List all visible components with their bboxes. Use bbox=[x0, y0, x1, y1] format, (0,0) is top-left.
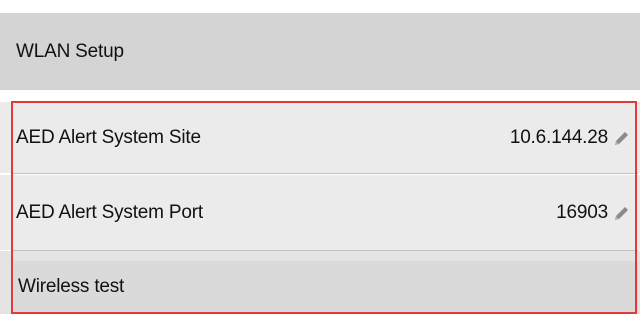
pencil-icon[interactable] bbox=[612, 205, 630, 223]
section-header: WLAN Setup bbox=[0, 13, 640, 90]
wlan-setup-page: WLAN Setup AED Alert System Site 10.6.14… bbox=[0, 0, 640, 323]
wireless-test-button[interactable]: Wireless test bbox=[14, 261, 638, 312]
site-label: AED Alert System Site bbox=[16, 126, 201, 148]
section-title: WLAN Setup bbox=[16, 40, 124, 62]
wireless-test-label: Wireless test bbox=[18, 275, 125, 297]
site-value: 10.6.144.28 bbox=[509, 126, 608, 148]
port-label: AED Alert System Port bbox=[16, 201, 203, 223]
divider bbox=[12, 173, 638, 174]
site-setting-row[interactable]: AED Alert System Site 10.6.144.28 bbox=[0, 102, 640, 173]
port-value-field[interactable]: 16903 bbox=[556, 202, 630, 224]
port-setting-row[interactable]: AED Alert System Port 16903 bbox=[0, 175, 640, 250]
pencil-icon[interactable] bbox=[612, 130, 630, 148]
port-value: 16903 bbox=[556, 201, 608, 223]
site-value-field[interactable]: 10.6.144.28 bbox=[510, 127, 630, 149]
